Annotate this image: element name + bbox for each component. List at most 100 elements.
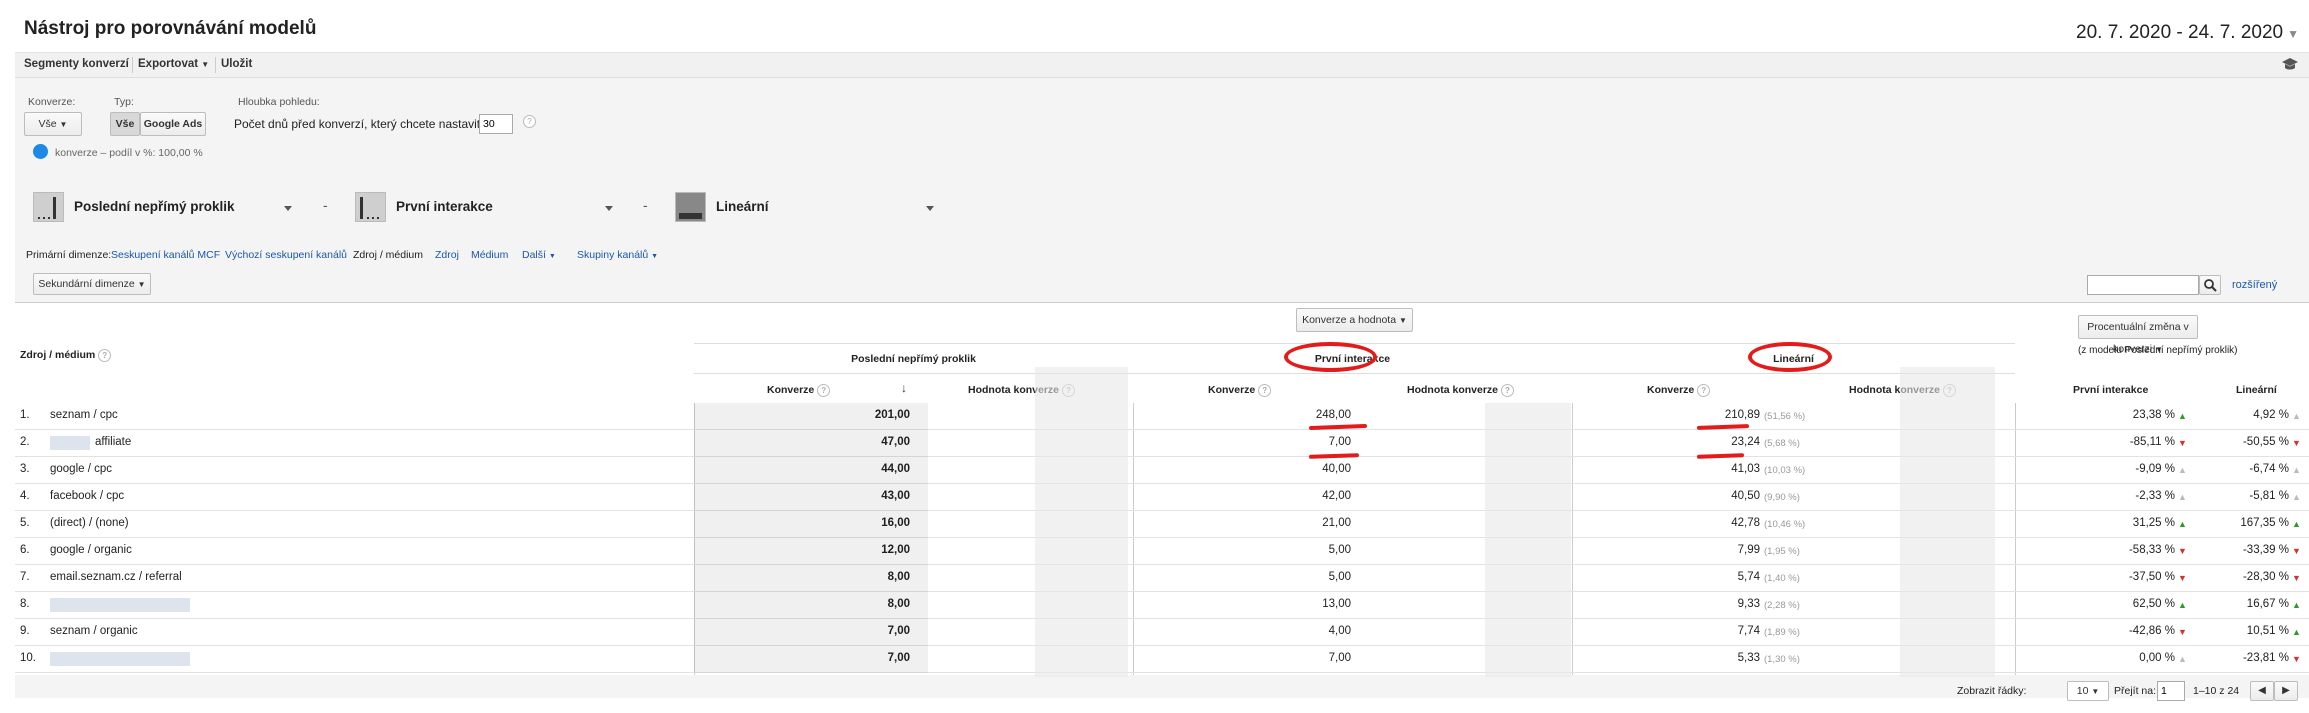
row-linear-pct: (10,03 %) <box>1764 465 1806 476</box>
help-icon[interactable]: ? <box>1258 384 1272 397</box>
dim-source[interactable]: Zdroj <box>435 249 459 261</box>
row-index: 1. <box>20 409 30 421</box>
chevron-down-icon: ▼ <box>201 60 210 69</box>
trend-up-arrow-icon: ▲ <box>2178 411 2187 421</box>
row-source-link[interactable]: google / organic <box>50 544 132 556</box>
col-label: Konverze <box>1647 384 1695 396</box>
export-button[interactable]: Exportovat ▼ <box>138 58 209 70</box>
bar-chart-icon <box>675 192 706 222</box>
row-last-conv: 12,00 <box>881 544 910 556</box>
chevron-down-icon: ▼ <box>1399 316 1407 325</box>
model-separator: - <box>323 197 328 213</box>
dim-more[interactable]: Další ▼ <box>522 249 556 261</box>
goto-label: Přejít na: <box>2114 685 2157 697</box>
chevron-down-icon: ▼ <box>137 280 146 289</box>
trend-up-arrow-icon: ▲ <box>2178 492 2187 502</box>
help-icon[interactable]: ? <box>523 115 536 128</box>
trend-up-arrow-icon: ▲ <box>2292 600 2301 610</box>
row-linear-pct: (9,90 %) <box>1764 492 1800 503</box>
help-icon[interactable]: ? <box>98 349 112 362</box>
row-source-link[interactable]: seznam / cpc <box>50 409 118 421</box>
conversion-label: Konverze: <box>28 96 76 108</box>
redacted-values <box>1485 403 1571 677</box>
segments-button[interactable]: Segmenty konverzí <box>24 58 129 70</box>
next-page-button[interactable]: ▶ <box>2274 681 2298 701</box>
conversion-select[interactable]: Vše ▼ <box>24 112 82 136</box>
advanced-filter-link[interactable]: rozšířený <box>2232 279 2277 291</box>
secondary-dimension-label: Sekundární dimenze <box>38 278 135 290</box>
row-source-link[interactable]: google / cpc <box>50 463 112 475</box>
row-source-link[interactable]: seznam / organic <box>50 625 138 637</box>
row-first-conv: 248,00 <box>1315 409 1351 421</box>
row-change-linear: -33,39 % <box>2242 544 2289 556</box>
row-change-first: -9,09 % <box>2135 463 2175 475</box>
model-dropdown-caret-icon[interactable] <box>605 206 613 211</box>
model-dropdown-caret-icon[interactable] <box>926 206 934 211</box>
graduation-cap-icon[interactable] <box>2281 56 2299 72</box>
row-linear-pct: (10,46 %) <box>1764 519 1806 530</box>
trend-down-arrow-icon: ▼ <box>2292 546 2301 556</box>
dim-channel-groups[interactable]: Skupiny kanálů ▼ <box>577 249 658 261</box>
row-change-first: -58,33 % <box>2128 544 2175 556</box>
dim-default-channel-grouping[interactable]: Výchozí seskupení kanálů <box>225 249 347 261</box>
date-range-picker[interactable]: 20. 7. 2020 - 24. 7. 2020 ▼ <box>2076 22 2299 44</box>
row-source-link[interactable]: facebook / cpc <box>50 490 124 502</box>
bar-chart-icon <box>355 192 386 222</box>
model-separator: - <box>643 197 648 213</box>
type-all-toggle[interactable]: Vše <box>110 112 140 136</box>
sort-down-arrow-icon[interactable]: ↓ <box>901 381 907 395</box>
type-google-ads-toggle[interactable]: Google Ads <box>140 112 206 136</box>
row-source-link[interactable]: affiliate <box>95 436 131 448</box>
row-source-link[interactable]: (direct) / (none) <box>50 517 129 529</box>
change-note: (z modelu Poslední nepřímý proklik) <box>2078 345 2238 356</box>
help-icon[interactable]: ? <box>817 384 831 397</box>
goto-page-input[interactable] <box>2157 681 2185 701</box>
help-icon[interactable]: ? <box>1500 384 1514 397</box>
save-button[interactable]: Uložit <box>221 58 252 70</box>
dim-channel-groups-label: Skupiny kanálů <box>577 249 649 261</box>
col-change-linear: Lineární <box>2236 384 2277 396</box>
redacted-source <box>50 598 190 612</box>
row-index: 10. <box>20 652 36 664</box>
prev-page-button[interactable]: ◀ <box>2250 681 2274 701</box>
change-select[interactable]: Procentuální změna v konverzi ▼ <box>2078 315 2198 355</box>
row-change-first: 62,50 % <box>2132 598 2175 610</box>
col-linear-conv[interactable]: Konverze ? <box>1647 384 1711 397</box>
dim-medium[interactable]: Médium <box>471 249 508 261</box>
col-last-conv[interactable]: Konverze ? <box>767 384 831 397</box>
row-index: 9. <box>20 625 30 637</box>
row-change-linear: -50,55 % <box>2242 436 2289 448</box>
legend-dot-icon <box>33 144 48 159</box>
model-dropdown-caret-icon[interactable] <box>284 206 292 211</box>
col-first-conv[interactable]: Konverze ? <box>1208 384 1272 397</box>
row-linear-conv: 7,74 <box>1737 625 1760 637</box>
trend-up-arrow-icon: ▲ <box>2178 654 2187 664</box>
annotation-circle <box>1284 342 1377 372</box>
trend-down-arrow-icon: ▼ <box>2178 438 2187 448</box>
row-linear-conv: 210,89 <box>1724 409 1760 421</box>
row-linear-conv: 40,50 <box>1731 490 1760 502</box>
row-index: 7. <box>20 571 30 583</box>
depth-label: Hloubka pohledu: <box>238 96 320 108</box>
secondary-dimension-select[interactable]: Sekundární dimenze ▼ <box>33 273 151 295</box>
dim-mcf-channel-grouping[interactable]: Seskupení kanálů MCF <box>111 249 220 261</box>
col-label: Hodnota konverze <box>1407 384 1499 396</box>
row-index: 5. <box>20 517 30 529</box>
row-linear-conv: 9,33 <box>1737 598 1760 610</box>
help-icon[interactable]: ? <box>1697 384 1711 397</box>
search-button[interactable] <box>2199 275 2221 295</box>
metric-group-select[interactable]: Konverze a hodnota ▼ <box>1296 308 1413 332</box>
table-search-input[interactable] <box>2087 275 2199 295</box>
redacted-values <box>1035 367 1128 677</box>
chevron-down-icon: ▼ <box>548 253 556 260</box>
row-change-linear: 16,67 % <box>2246 598 2289 610</box>
col-first-value[interactable]: Hodnota konverze ? <box>1407 384 1514 397</box>
dim-header-label: Zdroj / médium <box>20 349 96 361</box>
rows-per-page-select[interactable]: 10 ▼ <box>2067 681 2109 701</box>
trend-down-arrow-icon: ▼ <box>2178 546 2187 556</box>
trend-up-arrow-icon: ▲ <box>2292 465 2301 475</box>
depth-input[interactable] <box>479 114 513 134</box>
trend-down-arrow-icon: ▼ <box>2292 438 2301 448</box>
data-table: Zdroj / médium ? Konverze a hodnota ▼ Pr… <box>15 302 2309 677</box>
row-source-link[interactable]: email.seznam.cz / referral <box>50 571 182 583</box>
